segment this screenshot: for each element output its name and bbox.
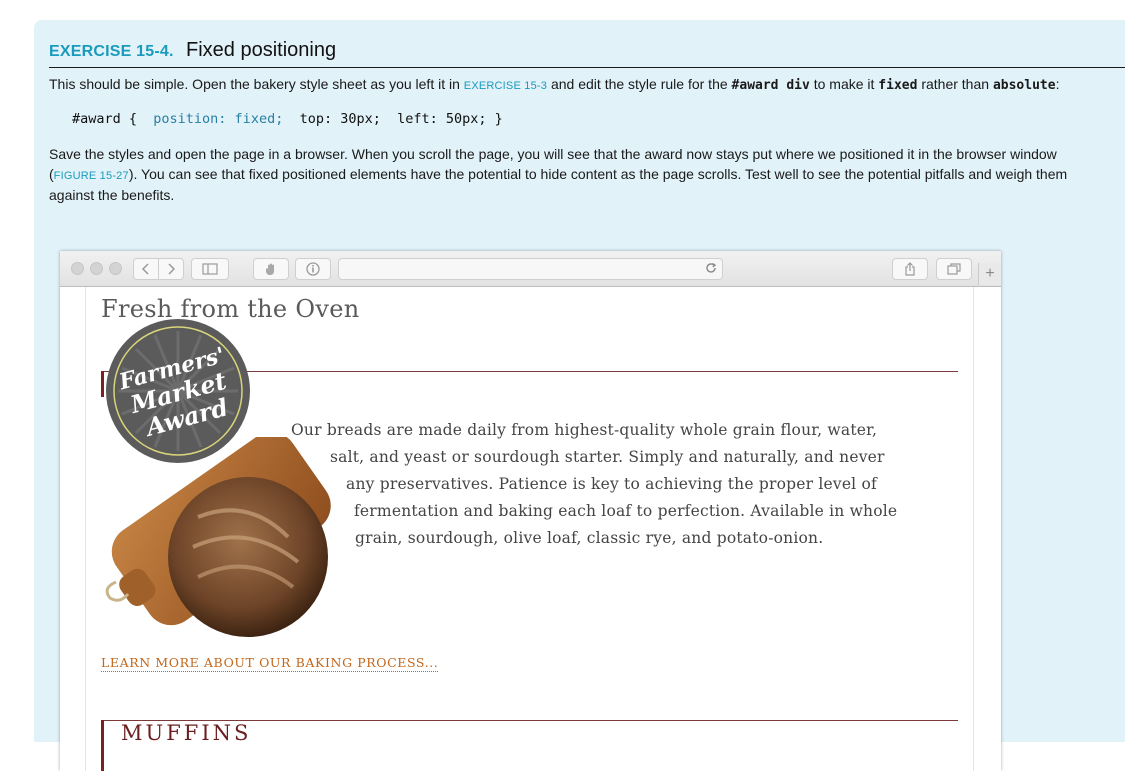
para2-line: Save the styles and open the page in a b… bbox=[49, 146, 1057, 162]
code-snippet: #award { position: fixed; top: 30px; lef… bbox=[72, 111, 503, 127]
zoom-dot[interactable] bbox=[109, 262, 122, 275]
body-line: fermentation and baking each loaf to per… bbox=[354, 502, 898, 520]
inline-code: absolute bbox=[992, 78, 1056, 93]
award-badge: Farmers' Market Award bbox=[106, 319, 250, 463]
muffins-rule-bar bbox=[101, 720, 104, 771]
inline-code: #award div bbox=[731, 78, 810, 93]
body-line: any preservatives. Patience is key to ac… bbox=[346, 475, 877, 493]
browser-content: Fresh from the Oven Farmers' Market Awar… bbox=[60, 287, 1001, 771]
sidebar-button[interactable] bbox=[191, 258, 229, 280]
new-tab-button[interactable]: + bbox=[978, 263, 1001, 285]
body-line: Our breads are made daily from highest-q… bbox=[291, 421, 878, 439]
exercise-paragraph-2: Save the styles and open the page in a b… bbox=[49, 145, 1109, 206]
para2-text: ). You can see that fixed positioned ele… bbox=[128, 165, 1068, 182]
para2-line: against the benefits. bbox=[49, 187, 175, 203]
exercise-header: EXERCISE 15-4. Fixed positioning bbox=[49, 39, 1125, 68]
page-guide-left bbox=[85, 287, 86, 771]
tabs-icon bbox=[947, 263, 961, 275]
intro-text: This should be simple. Open the bakery s… bbox=[49, 76, 464, 92]
forward-icon bbox=[168, 263, 176, 275]
code-rest: top: 30px; left: 50px; } bbox=[283, 111, 503, 127]
minimize-dot[interactable] bbox=[90, 262, 103, 275]
intro-text: rather than bbox=[917, 76, 993, 92]
share-icon bbox=[905, 262, 915, 276]
inline-code: fixed bbox=[878, 78, 918, 93]
back-button[interactable] bbox=[133, 258, 159, 280]
para2-line: (FIGURE 15-27). You can see that fixed p… bbox=[49, 165, 1109, 187]
figure-xref-link[interactable]: FIGURE 15-27 bbox=[54, 170, 129, 182]
address-bar[interactable] bbox=[338, 258, 723, 280]
back-icon bbox=[141, 263, 149, 275]
reload-button[interactable] bbox=[704, 261, 718, 280]
intro-text: to make it bbox=[809, 76, 879, 92]
intro-text: and edit the style rule for the bbox=[547, 76, 732, 92]
body-line: salt, and yeast or sourdough starter. Si… bbox=[330, 448, 885, 466]
close-dot[interactable] bbox=[71, 262, 84, 275]
hand-button[interactable] bbox=[253, 258, 289, 280]
page-guide-right bbox=[973, 287, 974, 771]
browser-toolbar: + bbox=[60, 251, 1001, 287]
tabs-button[interactable] bbox=[936, 258, 972, 280]
forward-button[interactable] bbox=[158, 258, 184, 280]
muffins-heading: MUFFINS bbox=[121, 721, 252, 745]
body-line: grain, sourdough, olive loaf, classic ry… bbox=[355, 529, 824, 547]
bread-image bbox=[105, 437, 331, 637]
exercise-label: EXERCISE 15-4. bbox=[49, 43, 174, 60]
plus-icon: + bbox=[985, 265, 995, 282]
exercise-title: Fixed positioning bbox=[186, 39, 337, 61]
browser-window: + Fresh from the Oven Farmers' Market Aw… bbox=[60, 251, 1001, 771]
intro-text: : bbox=[1055, 76, 1060, 92]
reload-icon bbox=[706, 262, 717, 273]
exercise-intro: This should be simple. Open the bakery s… bbox=[49, 75, 1109, 97]
learn-more-link[interactable]: LEARN MORE ABOUT OUR BAKING PROCESS... bbox=[101, 655, 439, 672]
code-highlight: position: fixed; bbox=[153, 111, 284, 127]
info-icon bbox=[306, 262, 320, 276]
exercise-xref-link[interactable]: EXERCISE 15-3 bbox=[464, 80, 547, 92]
sidebar-icon bbox=[202, 263, 218, 275]
hand-icon bbox=[265, 263, 274, 275]
share-button[interactable] bbox=[892, 258, 928, 280]
code-start: #award { bbox=[72, 111, 154, 127]
info-button[interactable] bbox=[295, 258, 331, 280]
